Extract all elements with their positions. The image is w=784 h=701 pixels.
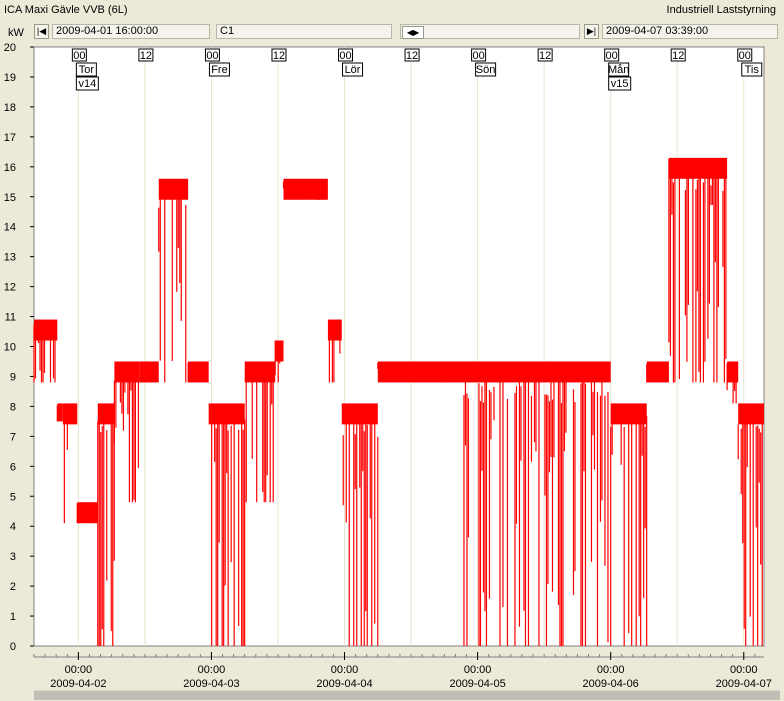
y-tick-label: 19 <box>4 72 16 84</box>
series-segment <box>646 361 669 383</box>
x-date-label: 2009-04-04 <box>316 678 372 690</box>
series-segment <box>56 403 63 422</box>
hour-marker-label: 12 <box>539 50 551 62</box>
y-tick-label: 6 <box>10 461 16 473</box>
load-chart: 0123456789101112131415161718192000Torv14… <box>4 42 772 690</box>
hour-marker-label: 00 <box>606 50 618 62</box>
series-segment <box>76 502 98 524</box>
series-band <box>738 403 764 425</box>
y-tick-label: 9 <box>10 371 16 383</box>
y-tick-label: 11 <box>5 312 16 324</box>
day-marker-label: Tor <box>79 64 95 76</box>
y-tick-label: 15 <box>4 192 16 204</box>
day-marker-label: Sön <box>476 64 496 76</box>
y-tick-label: 13 <box>4 252 16 264</box>
series-segment <box>187 361 209 383</box>
y-tick-label: 0 <box>10 641 16 653</box>
week-marker-label: v15 <box>611 78 629 90</box>
x-date-label: 2009-04-02 <box>50 678 106 690</box>
x-time-label: 00:00 <box>65 664 93 676</box>
plot-area <box>33 46 765 647</box>
y-tick-label: 2 <box>10 581 16 593</box>
y-tick-label: 20 <box>4 42 16 54</box>
day-marker-label: Fre <box>211 64 228 76</box>
x-date-label: 2009-04-07 <box>716 678 772 690</box>
horizontal-scrollbar[interactable] <box>34 690 780 700</box>
day-marker-label: Tis <box>745 64 760 76</box>
x-date-label: 2009-04-05 <box>449 678 505 690</box>
hour-marker-label: 00 <box>339 50 351 62</box>
x-date-label: 2009-04-06 <box>583 678 639 690</box>
series-segment <box>282 178 328 200</box>
series-band <box>97 403 115 425</box>
hour-marker-label: 00 <box>739 50 751 62</box>
x-time-label: 00:00 <box>730 664 758 676</box>
y-tick-label: 8 <box>10 401 16 413</box>
x-date-label: 2009-04-03 <box>183 678 239 690</box>
hour-marker-label: 12 <box>140 50 152 62</box>
x-time-label: 00:00 <box>597 664 625 676</box>
x-time-label: 00:00 <box>464 664 492 676</box>
series-segment <box>377 361 461 383</box>
y-tick-label: 17 <box>4 132 16 144</box>
y-tick-label: 18 <box>4 102 16 114</box>
series-band <box>62 403 78 425</box>
y-tick-label: 14 <box>4 222 16 234</box>
y-tick-label: 4 <box>10 521 16 533</box>
hour-marker-label: 12 <box>273 50 285 62</box>
y-tick-label: 5 <box>10 491 16 503</box>
x-time-label: 00:00 <box>198 664 226 676</box>
y-tick-label: 7 <box>10 431 16 443</box>
week-marker-label: v14 <box>78 78 96 90</box>
day-marker-label: Lör <box>345 64 361 76</box>
hour-marker-label: 12 <box>672 50 684 62</box>
y-tick-label: 3 <box>10 551 16 563</box>
hour-marker-label: 00 <box>472 50 484 62</box>
hour-marker-label: 00 <box>73 50 85 62</box>
y-tick-label: 12 <box>4 282 16 294</box>
y-tick-label: 1 <box>10 611 16 623</box>
series-segment <box>139 361 159 383</box>
x-time-label: 00:00 <box>331 664 359 676</box>
hour-marker-label: 12 <box>406 50 418 62</box>
day-marker-label: Mån <box>608 64 629 76</box>
series-band <box>158 178 189 200</box>
hour-marker-label: 00 <box>206 50 218 62</box>
y-tick-label: 10 <box>4 342 16 354</box>
y-tick-label: 16 <box>4 162 16 174</box>
